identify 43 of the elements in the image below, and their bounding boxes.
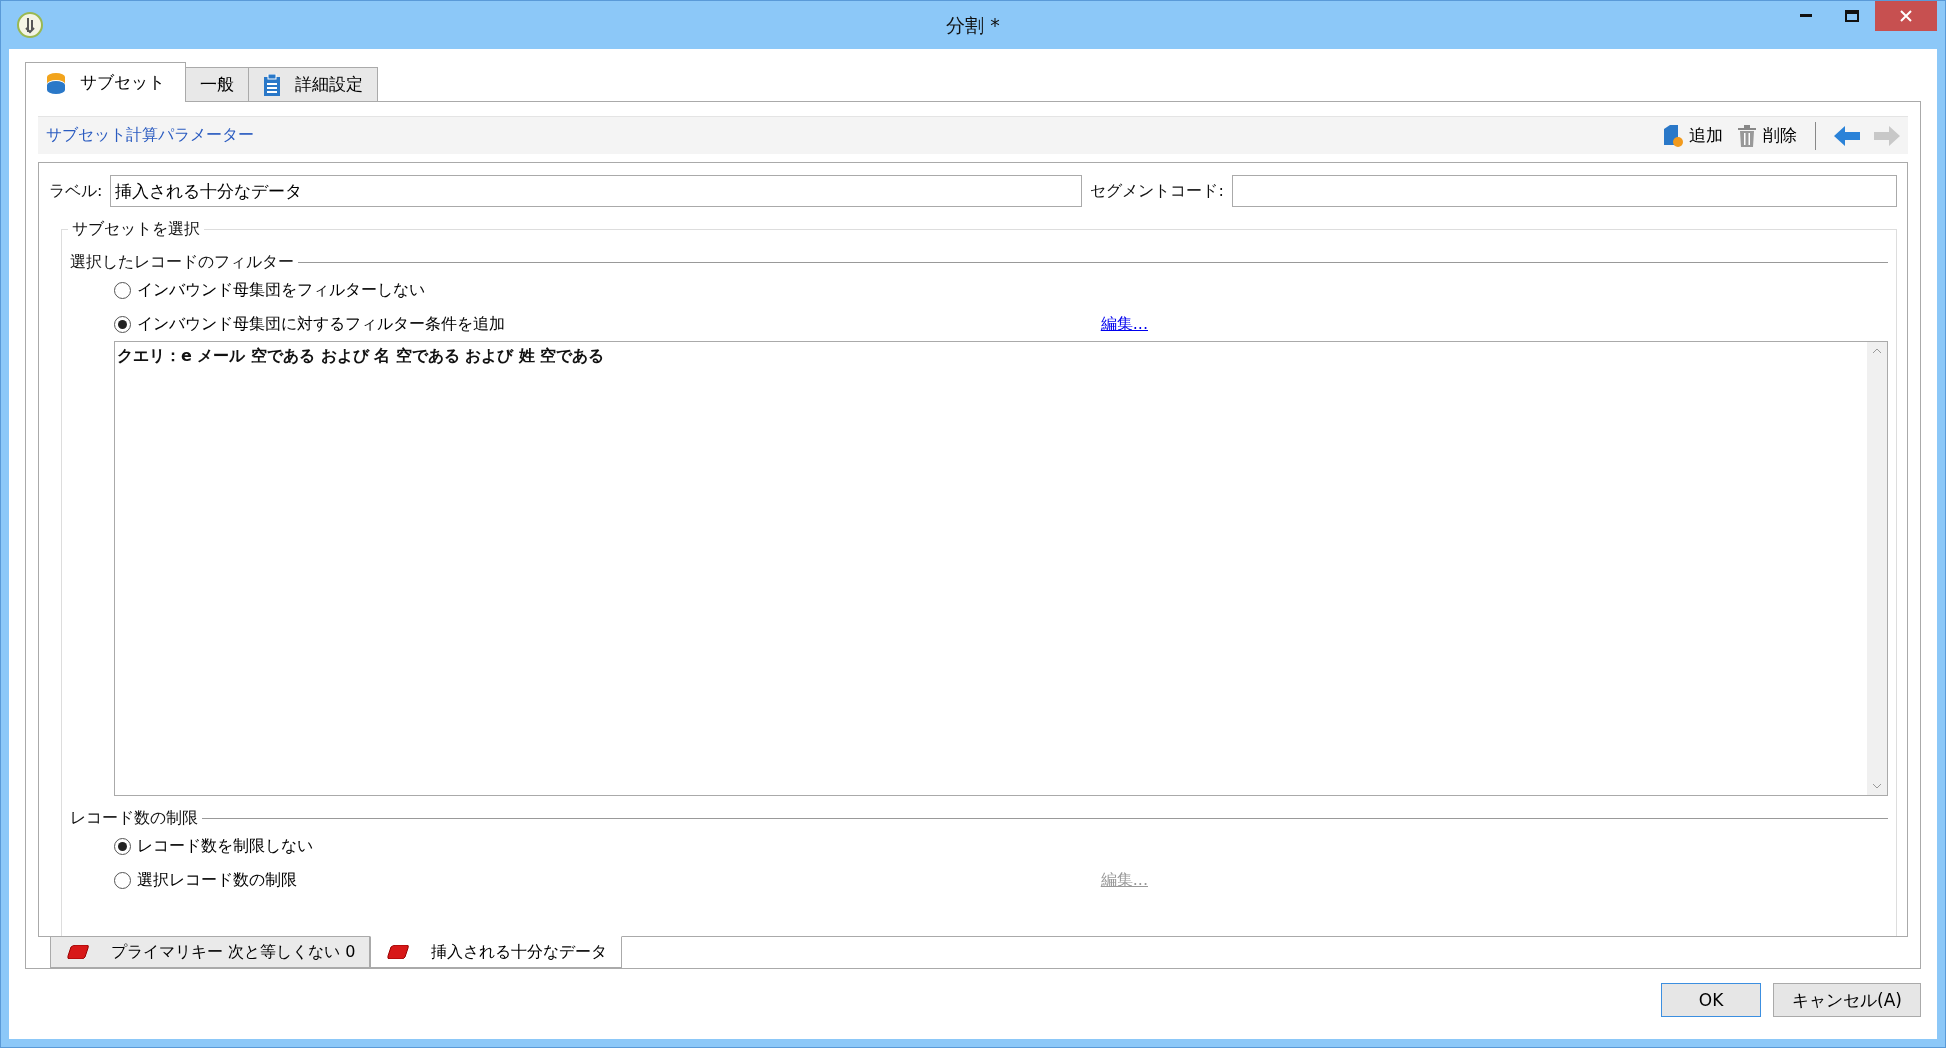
section-label: レコード数の制限 xyxy=(70,808,198,829)
radio-option[interactable]: 選択レコード数の制限 xyxy=(114,869,297,891)
app-icon xyxy=(17,12,43,38)
eraser-icon xyxy=(387,945,410,959)
field-label: ラベル: xyxy=(49,180,103,202)
edit-link[interactable]: 編集... xyxy=(1100,313,1148,335)
radio-option[interactable]: レコード数を制限しない xyxy=(114,835,313,857)
ok-button[interactable]: OK xyxy=(1661,983,1762,1017)
query-text: クエリ：e メール 空である および 名 空である および 姓 空である xyxy=(116,345,606,367)
close-icon xyxy=(1900,10,1912,22)
minimize-icon xyxy=(1800,14,1812,18)
radio-icon[interactable] xyxy=(114,281,131,299)
add-button[interactable]: 追加 xyxy=(1663,124,1723,147)
delete-button[interactable]: 削除 xyxy=(1737,124,1797,147)
tab[interactable]: 一般 xyxy=(185,67,249,101)
tab[interactable]: 詳細設定 xyxy=(248,67,378,101)
radio-option[interactable]: インバウンド母集団をフィルターしない xyxy=(114,279,425,301)
radio-icon[interactable] xyxy=(114,837,131,855)
scrollbar[interactable] xyxy=(1867,342,1887,795)
subset-tab[interactable]: 挿入される十分なデータ xyxy=(370,936,623,968)
clipboard-icon xyxy=(263,73,281,96)
radio-icon[interactable] xyxy=(114,315,131,333)
section-label: 選択したレコードのフィルター xyxy=(70,252,294,273)
subset-tab[interactable]: プライマリキー 次と等しくない 0 xyxy=(50,936,371,968)
left-arrow-icon[interactable] xyxy=(1834,125,1860,146)
field-label: セグメントコード: xyxy=(1090,180,1224,202)
trash-icon xyxy=(1737,124,1757,147)
document-add-icon xyxy=(1663,124,1683,147)
text-field[interactable]: 挿入される十分なデータ xyxy=(110,175,1083,207)
scroll-down-icon[interactable] xyxy=(1872,783,1882,789)
text-field[interactable] xyxy=(1231,175,1897,207)
cancel-button[interactable]: キャンセル(A) xyxy=(1773,983,1921,1017)
close-button[interactable] xyxy=(1875,1,1937,31)
eraser-icon xyxy=(67,945,89,959)
radio-option[interactable]: インバウンド母集団に対するフィルター条件を追加 xyxy=(114,313,505,335)
database-icon xyxy=(46,71,66,94)
maximize-icon xyxy=(1845,10,1859,22)
window-title: 分割 * xyxy=(946,13,1000,38)
section-title: サブセット計算パラメーター xyxy=(46,125,254,146)
radio-icon[interactable] xyxy=(114,871,131,889)
tab[interactable]: サブセット xyxy=(25,62,186,102)
scroll-up-icon[interactable] xyxy=(1872,348,1882,354)
group-title: サブセットを選択 xyxy=(68,219,204,240)
